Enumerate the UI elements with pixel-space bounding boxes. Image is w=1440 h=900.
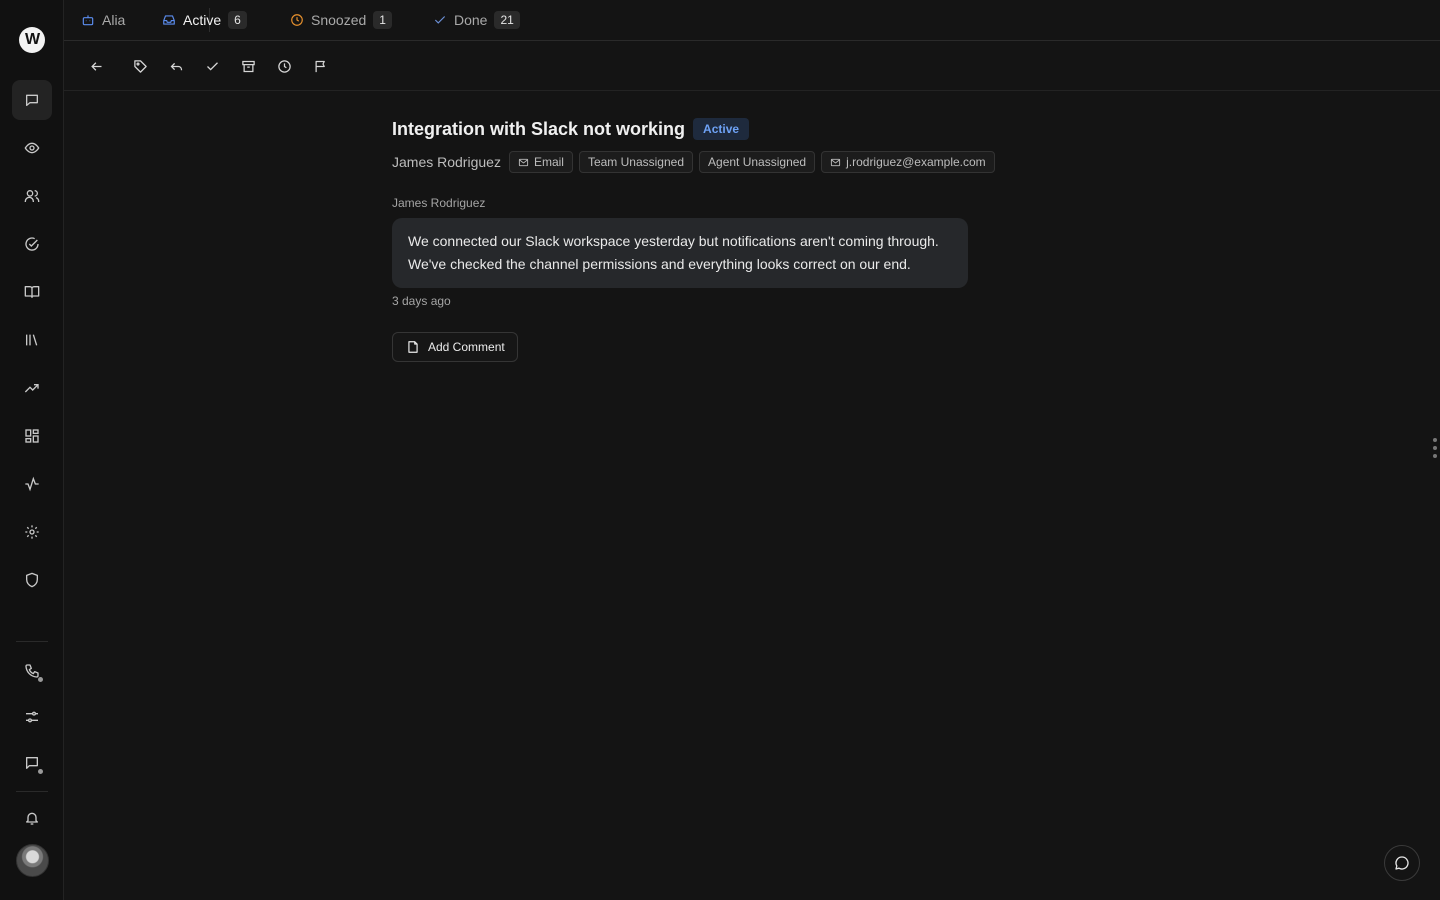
status-badge[interactable]: Active: [693, 118, 750, 140]
tab-active[interactable]: Active 6: [162, 0, 247, 40]
sidebar-item-apps[interactable]: [12, 416, 52, 456]
ticket-toolbar: [64, 41, 1440, 91]
book-icon: [24, 286, 40, 298]
inbox-tabs-bar: Alia Active 6 Snoozed 1 Done 21: [64, 0, 1440, 41]
ticket-title-row: Integration with Slack not working Activ…: [392, 115, 1092, 143]
add-comment-label: Add Comment: [428, 340, 505, 354]
agent-chip[interactable]: Agent Unassigned: [699, 151, 816, 173]
sidebar-item-messages[interactable]: [12, 743, 52, 783]
messages-status-dot: [38, 769, 43, 774]
users-icon: [24, 190, 40, 202]
team-chip[interactable]: Team Unassigned: [578, 151, 694, 173]
chat-bubble-icon: [1395, 856, 1409, 870]
tab-label: Active: [183, 12, 222, 28]
archive-icon: [241, 60, 255, 72]
handle-dot: [1433, 454, 1437, 458]
phone-icon: [25, 664, 39, 678]
archive-button[interactable]: [237, 55, 259, 77]
add-comment-button[interactable]: Add Comment: [392, 332, 518, 362]
ticket-meta: James Rodriguez Email Team Unassigned Ag…: [392, 151, 1092, 173]
sidebar-item-library[interactable]: [12, 320, 52, 360]
flag-button[interactable]: [309, 55, 331, 77]
inbox-icon: [163, 15, 175, 25]
clock-icon: [291, 14, 303, 26]
eye-icon: [24, 142, 40, 154]
team-chip-label: Team Unassigned: [587, 155, 685, 169]
tag-icon: [133, 59, 147, 73]
tab-count-badge: 6: [228, 11, 247, 29]
tab-label: Done: [454, 12, 488, 28]
message-author: James Rodriguez: [392, 196, 486, 210]
sidebar-item-phone[interactable]: [12, 651, 52, 691]
tab-alia[interactable]: Alia: [81, 0, 125, 40]
shield-icon: [26, 572, 38, 588]
sidebar-item-filters[interactable]: [12, 697, 52, 737]
reply-button[interactable]: [165, 55, 187, 77]
sidebar-divider: [16, 791, 48, 792]
agent-chip-label: Agent Unassigned: [708, 155, 807, 169]
reply-icon: [170, 62, 182, 70]
tab-label: Snoozed: [311, 12, 367, 28]
channel-chip[interactable]: Email: [508, 151, 573, 173]
tab-snoozed[interactable]: Snoozed 1: [290, 0, 392, 40]
grid-icon: [25, 429, 39, 443]
clock-icon: [277, 59, 291, 73]
mail-icon: [518, 158, 529, 166]
snooze-button[interactable]: [273, 55, 295, 77]
activity-icon: [25, 476, 39, 492]
bell-icon: [26, 812, 38, 825]
tab-count-badge: 21: [494, 11, 520, 29]
check-circle-icon: [25, 237, 39, 251]
phone-status-dot: [38, 677, 43, 682]
chat-bubble-icon: [26, 94, 38, 106]
user-avatar[interactable]: [16, 844, 49, 877]
note-icon: [408, 341, 418, 353]
library-icon: [26, 334, 38, 346]
sidebar-item-settings[interactable]: [12, 512, 52, 552]
sidebar-item-security[interactable]: [12, 560, 52, 600]
sidebar-item-knowledge-base[interactable]: [12, 272, 52, 312]
back-button[interactable]: [85, 55, 107, 77]
email-chip-label: j.rodriguez@example.com: [846, 155, 986, 169]
sliders-icon: [26, 711, 38, 723]
flag-icon: [315, 60, 325, 72]
sidebar-item-tasks[interactable]: [12, 224, 52, 264]
tab-done[interactable]: Done 21: [433, 0, 520, 40]
sidebar-item-activity[interactable]: [12, 464, 52, 504]
message-timestamp: 3 days ago: [392, 294, 451, 308]
tab-label: Alia: [102, 12, 126, 28]
back-arrow-icon: [90, 61, 101, 71]
sidebar-item-reports[interactable]: [12, 368, 52, 408]
check-icon: [206, 61, 218, 71]
mail-icon: [831, 158, 841, 166]
trending-up-icon: [24, 384, 39, 393]
sidebar-divider: [16, 641, 48, 642]
sidebar-item-notifications[interactable]: [12, 798, 52, 838]
handle-dot: [1433, 438, 1437, 442]
handle-dot: [1433, 446, 1437, 450]
chat-launcher-button[interactable]: [1384, 845, 1420, 881]
ticket-detail: Integration with Slack not working Activ…: [392, 115, 1092, 362]
ticket-title: Integration with Slack not working: [392, 118, 686, 139]
bot-icon: [82, 15, 94, 26]
sidebar-item-customers[interactable]: [12, 176, 52, 216]
gear-icon: [25, 525, 39, 539]
sidebar-item-conversations[interactable]: [12, 80, 52, 120]
check-icon: [434, 16, 446, 24]
tag-button[interactable]: [129, 55, 151, 77]
sidebar-item-monitor[interactable]: [12, 128, 52, 168]
workspace-logo[interactable]: W: [19, 27, 45, 53]
channel-chip-label: Email: [533, 155, 564, 169]
message-bubble: We connected our Slack workspace yesterd…: [392, 218, 968, 288]
tab-count-badge: 1: [373, 11, 392, 29]
sidebar: W: [0, 0, 64, 900]
panel-resize-handle[interactable]: [1433, 438, 1437, 462]
email-chip[interactable]: j.rodriguez@example.com: [821, 151, 995, 173]
requester-name[interactable]: James Rodriguez: [392, 154, 501, 170]
mark-done-button[interactable]: [201, 55, 223, 77]
message-square-icon: [26, 757, 38, 769]
